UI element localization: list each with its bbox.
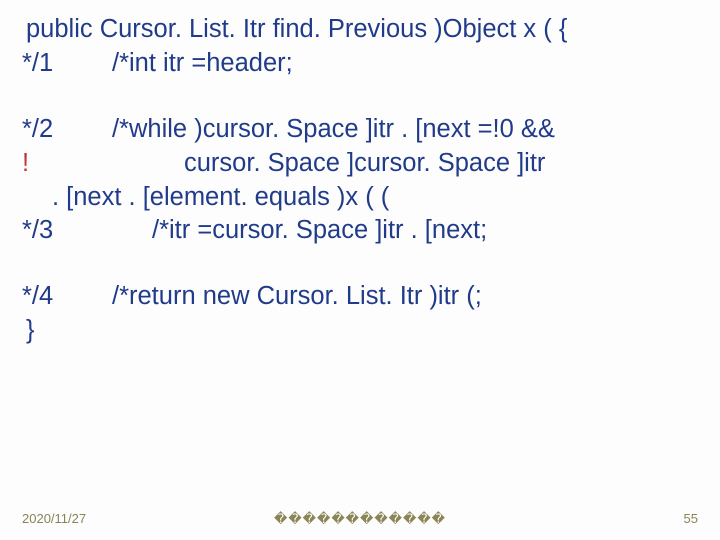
code-text: . [next . [element. equals )x ( ( bbox=[52, 182, 389, 214]
line-label: */2 bbox=[22, 114, 112, 146]
code-line: . [next . [element. equals )x ( ( bbox=[22, 182, 704, 214]
code-line: public Cursor. List. Itr find. Previous … bbox=[22, 14, 704, 46]
code-text: /*itr =cursor. Space ]itr . [next; bbox=[112, 215, 704, 247]
code-text: cursor. Space ]cursor. Space ]itr bbox=[44, 148, 545, 180]
slide-container: public Cursor. List. Itr find. Previous … bbox=[0, 0, 720, 540]
code-text: /*while )cursor. Space ]itr . [next =!0 … bbox=[112, 114, 704, 146]
page-number: 55 bbox=[684, 511, 698, 526]
code-line: */1 /*int itr =header; bbox=[22, 48, 704, 80]
bang-mark: ! bbox=[22, 148, 44, 180]
code-line: */4 /*return new Cursor. List. Itr )itr … bbox=[22, 281, 704, 313]
line-label: */3 bbox=[22, 215, 112, 247]
code-line: */2 /*while )cursor. Space ]itr . [next … bbox=[22, 114, 704, 146]
code-line: */3 /*itr =cursor. Space ]itr . [next; bbox=[22, 215, 704, 247]
code-text: /*return new Cursor. List. Itr )itr (; bbox=[112, 281, 704, 313]
code-line: } bbox=[22, 315, 704, 347]
line-label: */4 bbox=[22, 281, 112, 313]
line-label: */1 bbox=[22, 48, 112, 80]
footer-center: ������������ bbox=[22, 511, 698, 527]
footer: 2020/11/27 ������������ 55 bbox=[22, 511, 698, 526]
code-text: } bbox=[26, 315, 35, 347]
blank-line bbox=[22, 82, 704, 112]
code-text: /*int itr =header; bbox=[112, 48, 704, 80]
blank-line bbox=[22, 249, 704, 279]
code-line: ! cursor. Space ]cursor. Space ]itr bbox=[22, 148, 704, 180]
code-block: public Cursor. List. Itr find. Previous … bbox=[22, 14, 704, 347]
code-text: public Cursor. List. Itr find. Previous … bbox=[26, 14, 567, 46]
